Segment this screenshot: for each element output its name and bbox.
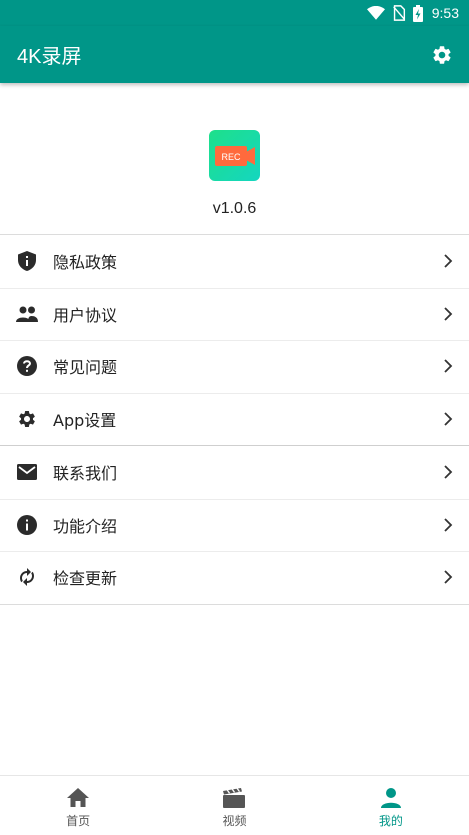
menu-item-contact[interactable]: 联系我们 xyxy=(0,446,469,499)
chevron-right-icon xyxy=(441,412,455,426)
menu-item-app-settings[interactable]: App设置 xyxy=(0,392,469,446)
menu-item-faq[interactable]: 常见问题 xyxy=(0,340,469,393)
app-title: 4K录屏 xyxy=(17,46,82,68)
menu-item-user-agreement[interactable]: 用户协议 xyxy=(0,287,469,341)
chevron-right-icon xyxy=(441,359,455,373)
gear-icon xyxy=(433,45,451,64)
wifi-icon xyxy=(366,6,385,20)
person-icon xyxy=(380,788,401,808)
info-icon xyxy=(16,514,38,536)
chevron-right-icon xyxy=(441,518,455,532)
logo-text: REC xyxy=(221,152,241,162)
about-header: REC v1.0.6 xyxy=(0,83,469,234)
clapper-icon xyxy=(223,788,246,808)
people-icon xyxy=(16,303,38,325)
chevron-right-icon xyxy=(441,307,455,321)
chevron-right-icon xyxy=(441,570,455,584)
menu-item-label: 用户协议 xyxy=(53,305,118,325)
menu-group-misc: 联系我们 功能介绍 检查更新 xyxy=(0,446,469,604)
app-version: v1.0.6 xyxy=(212,200,257,217)
nav-label: 视频 xyxy=(222,814,247,828)
menu-item-features[interactable]: 功能介绍 xyxy=(0,498,469,552)
nav-tab-video[interactable]: 视频 xyxy=(156,776,312,835)
sync-icon xyxy=(16,566,38,588)
settings-button[interactable] xyxy=(429,42,455,68)
nav-label: 我的 xyxy=(378,814,403,828)
menu-item-label: 隐私政策 xyxy=(53,253,118,273)
home-icon xyxy=(67,788,90,807)
help-icon xyxy=(16,355,38,377)
bottom-navigation: 首页 视频 我的 xyxy=(0,775,469,835)
chevron-right-icon xyxy=(441,465,455,479)
menu-item-privacy[interactable]: 隐私政策 xyxy=(0,235,469,288)
settings-menu: 隐私政策 用户协议 常见问题 App设置 联系我们 功能介绍 检查更新 xyxy=(0,234,469,605)
menu-item-label: 功能介绍 xyxy=(53,516,118,536)
menu-item-label: 联系我们 xyxy=(53,464,118,484)
nav-tab-mine[interactable]: 我的 xyxy=(313,776,469,835)
mail-icon xyxy=(16,461,38,483)
nav-label: 首页 xyxy=(66,814,91,828)
nav-tab-home[interactable]: 首页 xyxy=(0,776,156,835)
menu-item-check-update[interactable]: 检查更新 xyxy=(0,551,469,604)
app-bar: 4K录屏 xyxy=(0,26,469,83)
no-sim-icon xyxy=(392,5,405,21)
status-bar: 9:53 xyxy=(0,0,469,26)
menu-item-label: 常见问题 xyxy=(53,358,118,378)
shield-icon xyxy=(16,250,38,272)
gear-icon xyxy=(16,408,38,430)
battery-charging-icon xyxy=(412,4,423,22)
app-logo: REC xyxy=(209,130,260,181)
menu-item-label: App设置 xyxy=(53,410,117,430)
status-time: 9:53 xyxy=(431,5,459,21)
chevron-right-icon xyxy=(441,254,455,268)
menu-group-legal: 隐私政策 用户协议 常见问题 App设置 xyxy=(0,235,469,446)
rec-camera-icon: REC xyxy=(214,145,255,166)
menu-item-label: 检查更新 xyxy=(53,569,118,589)
